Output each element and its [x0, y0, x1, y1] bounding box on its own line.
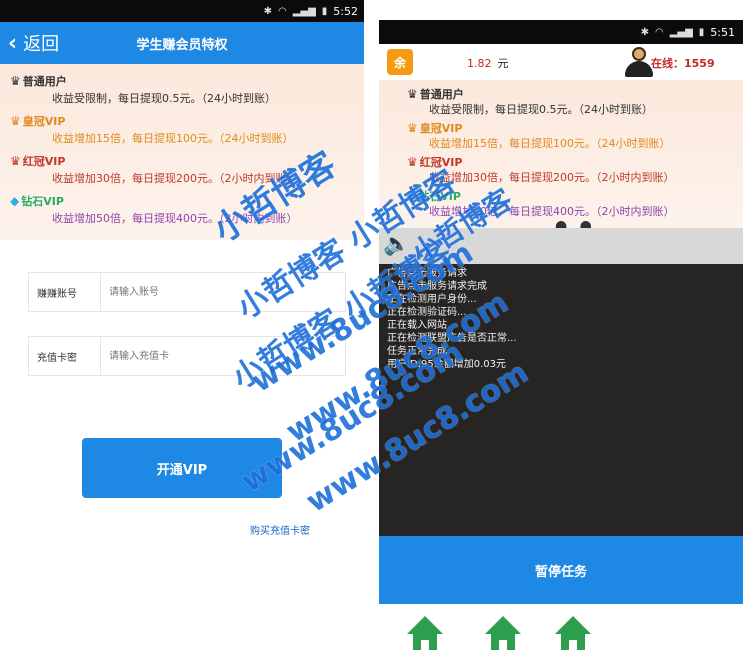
- tier-diamond-vip: ◆ 钻石VIP 收益增加50倍，每日提现400元。（2小时内到账）: [10, 192, 356, 228]
- speaker-icon[interactable]: 🔈: [383, 232, 410, 257]
- signal-icon: ▂▄▆: [669, 26, 693, 38]
- card-row: 充值卡密: [28, 336, 346, 376]
- tier-desc: 收益增加15倍，每日提现100元。（24小时到账）: [52, 132, 294, 145]
- user-avatar-icon: [625, 47, 653, 77]
- crown-gray-icon: ♛: [10, 74, 21, 88]
- log-line: 正在检测验证码...: [387, 307, 467, 318]
- right-phone-screen: ✱ ◠ ▂▄▆ ▮ 5:51 余 1.82 元 在线：1559 ♛ 普通用户 收益受…: [379, 20, 743, 662]
- crown-gray-icon: ♛: [407, 87, 418, 101]
- diamond-icon: ◆: [10, 194, 20, 208]
- log-line: 任务正常完成: [387, 346, 447, 357]
- bottom-nav: [379, 610, 743, 662]
- balance-display: 1.82 元: [467, 55, 509, 71]
- tier-name: 红冠VIP: [419, 156, 463, 169]
- pause-task-button[interactable]: 暂停任务: [379, 536, 743, 604]
- crown-gold-icon: ♛: [10, 114, 21, 128]
- balance-bar: 余 1.82 元 在线：1559: [379, 44, 743, 80]
- privilege-list: ♛ 普通用户 收益受限制，每日提现0.5元。（24小时到账） ♛ 皇冠VIP 收益增…: [0, 64, 364, 240]
- back-button[interactable]: ‹ 返回: [0, 30, 59, 56]
- tier-desc: 收益受限制，每日提现0.5元。（24小时到账）: [429, 103, 653, 116]
- home-icon[interactable]: [407, 616, 443, 652]
- account-row: 赚赚账号: [28, 272, 346, 312]
- privilege-list: ♛ 普通用户 收益受限制，每日提现0.5元。（24小时到账） ♛ 皇冠VIP 收益增…: [379, 80, 743, 230]
- audio-bar: 🔈: [379, 228, 743, 264]
- tier-name: 钻石VIP: [21, 195, 64, 208]
- diamond-icon: ◆: [407, 189, 417, 203]
- log-line: 正在载入网站: [387, 320, 447, 331]
- home-icon[interactable]: [485, 616, 521, 652]
- online-count: 在线：1559: [651, 57, 715, 70]
- bluetooth-icon: ✱: [640, 26, 649, 38]
- tier-name: 皇冠VIP: [22, 115, 66, 128]
- log-line: 正在检测联盟广告是否正常...: [387, 333, 517, 344]
- tier-name: 红冠VIP: [22, 155, 66, 168]
- task-log: 广告点击服务请求 广告点击服务请求完成 正在检测用户身份... 正在检测验证码.…: [379, 264, 743, 536]
- log-line: 用户ID:95余额增加0.03元: [387, 359, 507, 370]
- balance-unit: 元: [497, 57, 509, 70]
- open-vip-button[interactable]: 开通VIP: [82, 438, 282, 498]
- tier-name: 皇冠VIP: [419, 122, 463, 135]
- tier-desc: 收益增加15倍，每日提现100元。（24小时到账）: [429, 137, 671, 150]
- wallet-icon[interactable]: 余: [387, 49, 413, 75]
- tier-desc: 收益增加30倍，每日提现200元。（2小时内到账）: [429, 171, 675, 184]
- tier-desc: 收益增加50倍，每日提现400元。（2小时内到账）: [52, 212, 298, 225]
- battery-icon: ▮: [698, 26, 705, 38]
- account-input[interactable]: [101, 273, 345, 311]
- home-icon[interactable]: [555, 616, 591, 652]
- tier-desc: 收益受限制，每日提现0.5元。（24小时到账）: [52, 92, 276, 105]
- signal-icon: ▂▄▆: [292, 5, 316, 17]
- redeem-form: 赚赚账号 充值卡密: [0, 272, 364, 376]
- card-label: 充值卡密: [29, 337, 101, 375]
- status-time: 5:52: [333, 4, 358, 18]
- tier-red-vip: ♛ 红冠VIP 收益增加30倍，每日提现200元。（2小时内到账）: [407, 154, 735, 186]
- battery-icon: ▮: [321, 5, 328, 17]
- tier-normal: ♛ 普通用户 收益受限制，每日提现0.5元。（24小时到账）: [10, 72, 356, 108]
- tier-crown-vip: ♛ 皇冠VIP 收益增加15倍，每日提现100元。（24小时到账）: [407, 120, 735, 152]
- chevron-left-icon: ‹: [8, 30, 18, 56]
- log-line: 广告点击服务请求完成: [387, 281, 487, 292]
- left-phone-screen: ✱ ◠ ▂▄▆ ▮ 5:52 ‹ 返回 学生赚会员特权 ♛ 普通用户 收益受限制，…: [0, 0, 364, 662]
- tier-crown-vip: ♛ 皇冠VIP 收益增加15倍，每日提现100元。（24小时到账）: [10, 112, 356, 148]
- status-time: 5:51: [710, 25, 735, 39]
- wifi-icon: ◠: [654, 26, 664, 38]
- tier-normal: ♛ 普通用户 收益受限制，每日提现0.5元。（24小时到账）: [407, 86, 735, 118]
- account-label: 赚赚账号: [29, 273, 101, 311]
- log-line: 正在检测用户身份...: [387, 294, 477, 305]
- wifi-icon: ◠: [277, 5, 287, 17]
- crown-red-icon: ♛: [10, 154, 21, 168]
- crown-red-icon: ♛: [407, 155, 418, 169]
- balance-value: 1.82: [467, 57, 492, 70]
- tier-red-vip: ♛ 红冠VIP 收益增加30倍，每日提现200元。（2小时内到账）: [10, 152, 356, 188]
- tier-desc: 收益增加30倍，每日提现200元。（2小时内到账）: [52, 172, 298, 185]
- crown-gold-icon: ♛: [407, 121, 418, 135]
- back-label: 返回: [23, 34, 60, 55]
- status-bar: ✱ ◠ ▂▄▆ ▮ 5:51: [379, 20, 743, 44]
- tier-name: 普通用户: [419, 88, 464, 101]
- bluetooth-icon: ✱: [263, 5, 272, 17]
- tier-name: 普通用户: [22, 75, 67, 88]
- card-input[interactable]: [101, 337, 345, 375]
- app-header: ‹ 返回 学生赚会员特权: [0, 22, 364, 64]
- log-line: 广告点击服务请求: [387, 268, 467, 279]
- tier-name: 钻石VIP: [418, 190, 461, 203]
- buy-card-link[interactable]: 购买充值卡密: [250, 522, 310, 537]
- status-bar: ✱ ◠ ▂▄▆ ▮ 5:52: [0, 0, 364, 22]
- tier-diamond-vip: ◆ 钻石VIP 收益增加50倍，每日提现400元。（2小时内到账）: [407, 188, 735, 220]
